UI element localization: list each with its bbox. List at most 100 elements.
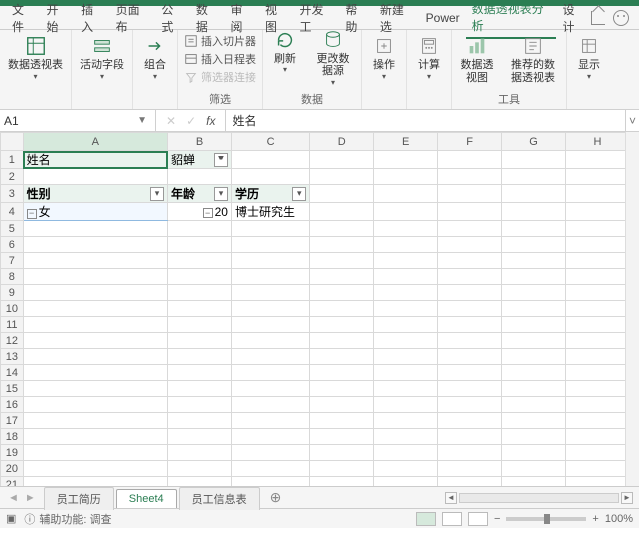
cell[interactable] [566,237,626,253]
cell[interactable] [310,151,374,169]
cell[interactable] [502,477,566,487]
cell[interactable] [502,365,566,381]
cell[interactable] [374,445,438,461]
cell[interactable] [23,413,167,429]
pivot-table-button[interactable]: 数据透视表 [4,33,67,83]
cell[interactable] [438,413,502,429]
cell[interactable] [231,151,309,169]
cell[interactable] [566,253,626,269]
cell[interactable] [374,169,438,185]
cell[interactable] [168,269,232,285]
row-header[interactable]: 14 [1,365,24,381]
cell[interactable] [566,317,626,333]
cell[interactable] [168,253,232,269]
cell[interactable] [231,413,309,429]
cell[interactable] [502,185,566,203]
cell[interactable]: −20 [168,203,232,221]
cell[interactable] [502,237,566,253]
cell[interactable] [502,333,566,349]
cell[interactable] [231,237,309,253]
zoom-in-button[interactable]: + [592,513,598,525]
row-header[interactable]: 1 [1,151,24,169]
field-dropdown-icon[interactable]: ▾ [292,187,306,201]
cell[interactable] [438,429,502,445]
cell[interactable] [168,461,232,477]
cell[interactable] [231,269,309,285]
cell[interactable] [310,185,374,203]
cell[interactable] [438,151,502,169]
cell[interactable] [231,461,309,477]
pivot-chart-button[interactable]: 数据透视图 [456,33,498,86]
cell[interactable] [438,333,502,349]
cell[interactable] [502,151,566,169]
cell[interactable] [438,301,502,317]
cell[interactable] [231,429,309,445]
cell[interactable] [231,285,309,301]
zoom-out-button[interactable]: − [494,513,500,525]
cell[interactable] [438,185,502,203]
cell[interactable] [438,221,502,237]
cell[interactable] [231,397,309,413]
cell[interactable] [374,237,438,253]
cell[interactable] [231,221,309,237]
cell[interactable] [23,269,167,285]
cell[interactable] [310,445,374,461]
col-header[interactable]: C [231,133,309,151]
field-dropdown-icon[interactable]: ▾ [150,187,164,201]
cell[interactable] [310,365,374,381]
cell[interactable] [310,429,374,445]
cell[interactable] [168,365,232,381]
cell[interactable] [566,461,626,477]
cell[interactable] [374,333,438,349]
cell[interactable] [566,185,626,203]
row-header[interactable]: 12 [1,333,24,349]
cell[interactable] [438,237,502,253]
row-header[interactable]: 11 [1,317,24,333]
cell[interactable] [23,477,167,487]
row-header[interactable]: 21 [1,477,24,487]
active-field-button[interactable]: 活动字段 [76,33,128,83]
worksheet-grid[interactable]: A B C D E F G H 1姓名貂蝉23性别▾年龄▾学历▾4−女−20博士… [0,132,625,486]
cell[interactable] [23,169,167,185]
collapse-icon[interactable]: − [203,208,213,218]
change-data-source-button[interactable]: 更改数据源 [309,27,357,89]
cell[interactable] [310,461,374,477]
cell[interactable] [438,285,502,301]
cell[interactable] [374,365,438,381]
cell[interactable] [168,221,232,237]
actions-button[interactable]: 操作 [366,33,402,83]
cell[interactable] [438,381,502,397]
cell[interactable] [231,445,309,461]
filter-connections-button[interactable]: 筛选器连接 [182,69,258,85]
cell[interactable] [168,477,232,487]
cell[interactable] [566,349,626,365]
zoom-level[interactable]: 100% [605,513,633,525]
cell[interactable] [168,317,232,333]
cell[interactable] [438,317,502,333]
row-header[interactable]: 13 [1,349,24,365]
cell[interactable] [502,349,566,365]
tab-nav-next-icon[interactable]: ► [25,492,36,504]
cell[interactable] [502,397,566,413]
cell[interactable] [502,429,566,445]
cell[interactable] [23,253,167,269]
cell[interactable] [310,333,374,349]
cell[interactable] [502,269,566,285]
row-header[interactable]: 9 [1,285,24,301]
cell[interactable] [23,429,167,445]
select-all-corner[interactable] [1,133,24,151]
cell[interactable] [566,429,626,445]
cell[interactable] [374,349,438,365]
cell[interactable] [438,477,502,487]
cell[interactable] [438,203,502,221]
row-header[interactable]: 17 [1,413,24,429]
field-dropdown-icon[interactable]: ▾ [214,187,228,201]
cell[interactable] [231,253,309,269]
row-header[interactable]: 2 [1,169,24,185]
cell[interactable] [374,413,438,429]
cell[interactable] [23,397,167,413]
cell[interactable] [438,253,502,269]
hscroll-left-icon[interactable]: ◄ [445,492,457,504]
cell[interactable] [566,169,626,185]
cell[interactable] [566,365,626,381]
